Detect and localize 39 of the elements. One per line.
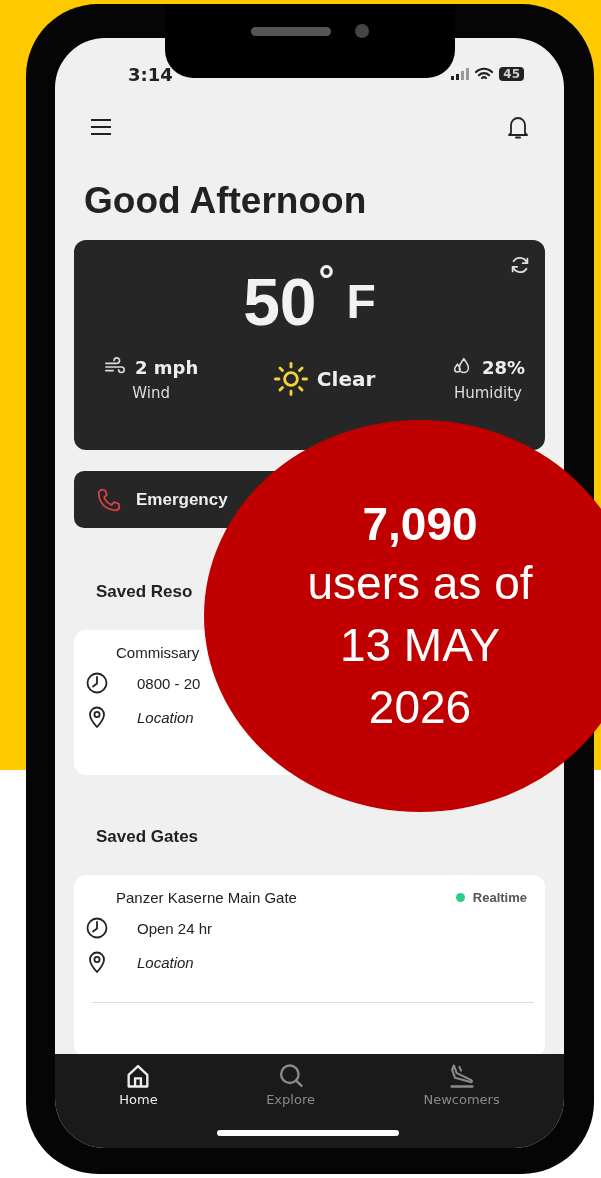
tab-home[interactable]: Home [119,1062,158,1107]
greeting-title: Good Afternoon [84,180,368,222]
saved-card[interactable]: Panzer Kaserne Main Gate Realtime Open 24 hr Location [74,875,545,1057]
card-title: Panzer Kaserne Main Gate [116,889,297,906]
weather-label: Wind [132,384,170,402]
status-label: Realtime [472,890,527,905]
clock-icon [85,671,109,695]
announcement-text: 13 MAY [339,618,501,673]
refresh-icon[interactable] [509,254,531,276]
weather-label: Humidity [453,384,522,402]
status-time: 3:14 [128,63,173,85]
menu-icon[interactable] [90,118,112,136]
front-camera [355,24,369,38]
notification-bell-icon[interactable] [506,114,530,140]
hours-text: Open 24 hr [137,919,213,937]
tab-newcomers[interactable]: Newcomers [423,1062,500,1107]
announcement-text: 2026 [368,680,472,735]
section-title: Saved Gates [96,827,199,847]
sun-icon [273,362,308,396]
user-count: 7,090 [362,497,478,552]
degree-sign: ° [318,260,335,300]
weather-value: 2 mph [135,356,199,378]
card-title: Commissary [116,644,200,661]
weather-condition: Clear [316,367,376,391]
announcement-text: users as of [307,556,533,611]
airplane-landing-icon [447,1062,476,1090]
wifi-icon [475,67,494,81]
weather-value: 28% [481,356,525,378]
location-text: Location [137,708,194,726]
cellular-signal-icon [451,68,470,80]
temperature-value: 50 [243,264,317,341]
battery-level: 45 [499,67,524,81]
section-title: Saved Reso [96,582,193,602]
phone-icon [96,486,122,513]
temperature-unit: F [346,274,376,330]
tab-explore[interactable]: Explore [266,1062,315,1107]
clock-icon [85,916,109,940]
location-text: Location [137,953,194,971]
hours-text: 0800 - 20 [137,674,201,692]
